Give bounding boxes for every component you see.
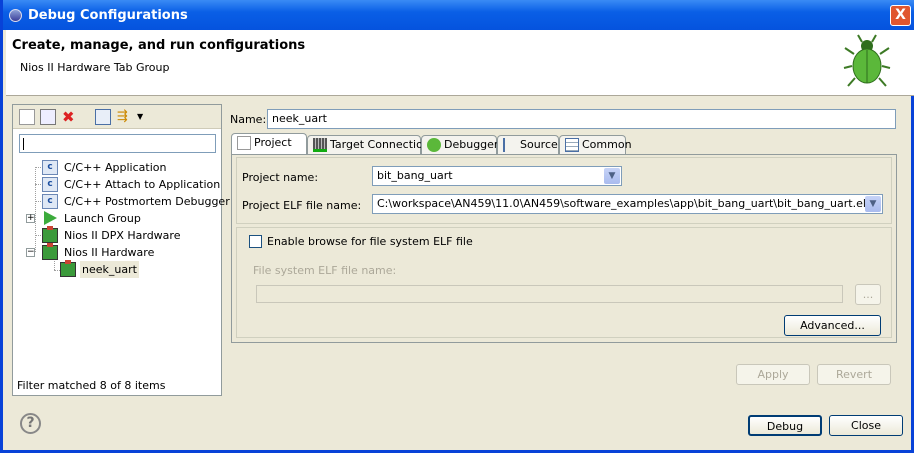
fs-elf-input[interactable] [256, 285, 843, 303]
project-tab-panel: Project name: bit_bang_uart ▼ Project ELF… [231, 154, 897, 343]
target-connection-icon [313, 138, 327, 152]
advanced-button[interactable]: Advanced... [784, 315, 881, 336]
expand-toggle[interactable]: + [26, 214, 35, 223]
title-bar[interactable]: Debug Configurations X [3, 0, 914, 30]
common-icon [565, 138, 579, 152]
c-app-icon: c [42, 160, 58, 175]
c-app-icon: c [42, 177, 58, 192]
duplicate-icon[interactable] [40, 109, 56, 125]
elf-file-combo[interactable]: C:\workspace\AN459\11.0\AN459\software_e… [372, 194, 883, 214]
new-configuration-icon[interactable] [19, 109, 35, 125]
tab-target-connection[interactable]: Target Connection [307, 135, 430, 154]
debugger-icon [427, 138, 441, 152]
enable-browse-label[interactable]: Enable browse for file system ELF file [267, 235, 473, 248]
header-subtitle: Nios II Hardware Tab Group [20, 61, 170, 74]
debug-button[interactable]: Debug [748, 415, 822, 436]
name-input[interactable]: neek_uart [267, 109, 896, 129]
browse-button[interactable]: ... [855, 284, 881, 305]
c-app-icon: c [42, 194, 58, 209]
eclipse-icon [9, 9, 22, 22]
close-button[interactable]: Close [829, 415, 903, 436]
project-group: Project name: bit_bang_uart ▼ Project ELF… [236, 157, 892, 224]
collapse-all-icon[interactable] [95, 109, 111, 125]
bug-icon [843, 34, 891, 87]
window-title: Debug Configurations [28, 8, 188, 23]
nios-board-icon [42, 226, 58, 243]
chevron-down-icon[interactable]: ▼ [865, 196, 881, 212]
configuration-editor: Name: neek_uart Project Target Connectio… [225, 104, 909, 396]
apply-button[interactable]: Apply [736, 364, 810, 385]
filter-icon[interactable]: ⇶ [117, 109, 133, 125]
revert-button[interactable]: Revert [817, 364, 891, 385]
tab-debugger[interactable]: Debugger [421, 135, 498, 154]
launch-group-icon [44, 211, 57, 225]
project-name-label: Project name: [242, 171, 319, 184]
chevron-down-icon[interactable]: ▼ [137, 109, 153, 125]
nios-board-icon [60, 260, 76, 277]
filter-input[interactable] [19, 134, 216, 153]
tab-source[interactable]: Source [497, 135, 559, 154]
header-title: Create, manage, and run configurations [12, 38, 306, 53]
enable-browse-checkbox[interactable] [249, 235, 262, 248]
tab-project[interactable]: Project [231, 133, 307, 155]
name-label: Name: [230, 113, 267, 126]
dialog-header: Create, manage, and run configurations N… [6, 30, 914, 96]
tab-common[interactable]: Common [559, 135, 632, 154]
project-icon [237, 136, 251, 150]
elf-file-label: Project ELF file name: [242, 199, 362, 212]
source-icon [503, 138, 517, 152]
delete-icon[interactable]: ✖ [62, 109, 78, 125]
tree-toolbar: ✖ ⇶ ▼ [13, 105, 221, 129]
configuration-tree-pane: ✖ ⇶ ▼ c C/C++ Application c C/C++ Attach t… [12, 104, 230, 396]
file-system-elf-group: Enable browse for file system ELF file F… [236, 227, 892, 338]
close-window-button[interactable]: X [890, 5, 911, 26]
help-icon[interactable]: ? [20, 413, 41, 434]
filter-status: Filter matched 8 of 8 items [17, 379, 166, 392]
collapse-toggle[interactable]: − [26, 248, 35, 257]
nios-board-icon [42, 243, 58, 260]
chevron-down-icon[interactable]: ▼ [604, 168, 620, 184]
fs-elf-label: File system ELF file name: [253, 264, 397, 277]
project-name-combo[interactable]: bit_bang_uart ▼ [372, 166, 622, 186]
dialog-window: Debug Configurations X Create, manage, a… [0, 0, 914, 453]
